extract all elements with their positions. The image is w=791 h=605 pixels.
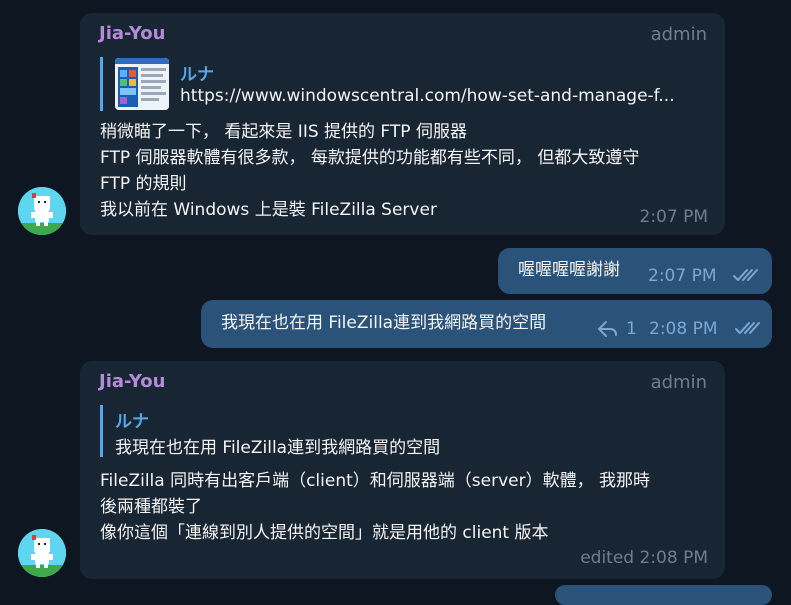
message-timestamp: 2:07 PM: [639, 207, 709, 227]
reply-quote[interactable]: ルナ 我現在也在用 FileZilla連到我網路買的空間: [100, 405, 503, 458]
message-line: FileZilla 同時有出客戶端（client）和伺服器端（server）軟體…: [100, 471, 650, 491]
message-text: 稍微瞄了一下， 看起來是 IIS 提供的 FTP 伺服器 FTP 伺服器軟體有很…: [100, 119, 639, 223]
reply-quote[interactable]: ルナ https://www.windowscentral.com/how-se…: [100, 57, 713, 111]
message-line: 後兩種都裝了: [100, 497, 202, 517]
avatar-character-icon: [18, 529, 66, 577]
avatar-character-icon: [18, 187, 66, 235]
double-check-read-icon: [732, 267, 760, 287]
message-text: FileZilla 同時有出客戶端（client）和伺服器端（server）軟體…: [100, 468, 650, 546]
admin-badge: admin: [650, 372, 707, 393]
reply-link-text[interactable]: https://www.windowscentral.com/how-set-a…: [180, 86, 710, 106]
message-timestamp: 2:08 PM: [649, 319, 718, 339]
message-line: FTP 的規則: [100, 174, 187, 194]
double-check-read-icon: [734, 320, 762, 340]
message-bubble-outgoing-partial[interactable]: [555, 585, 772, 605]
reply-count[interactable]: 1: [626, 319, 637, 339]
avatar[interactable]: [18, 187, 66, 235]
message-timestamp: 2:07 PM: [648, 266, 717, 286]
message-bubble-incoming[interactable]: Jia-You admin ルナ https://www.windowscent…: [80, 13, 725, 235]
message-line: 稍微瞄了一下， 看起來是 IIS 提供的 FTP 伺服器: [100, 122, 467, 142]
message-bubble-outgoing[interactable]: 喔喔喔喔謝謝 2:07 PM: [498, 248, 772, 294]
message-line: 像你這個「連線到別人提供的空間」就是用他的 client 版本: [100, 523, 549, 543]
reply-author: ルナ: [180, 65, 214, 85]
screenshot-thumbnail-icon: [115, 58, 169, 110]
sender-name[interactable]: Jia-You: [99, 371, 165, 392]
message-bubble-incoming[interactable]: Jia-You admin ルナ 我現在也在用 FileZilla連到我網路買的…: [80, 361, 725, 579]
admin-badge: admin: [650, 24, 707, 45]
link-preview-thumbnail: [115, 58, 169, 110]
message-line: 我以前在 Windows 上是裝 FileZilla Server: [100, 200, 437, 220]
reply-author: ルナ: [115, 412, 149, 432]
avatar[interactable]: [18, 529, 66, 577]
message-text: 我現在也在用 FileZilla連到我網路買的空間: [221, 313, 547, 333]
reply-text: 我現在也在用 FileZilla連到我網路買的空間: [115, 438, 441, 458]
reply-arrow-icon[interactable]: [597, 320, 619, 342]
message-text: 喔喔喔喔謝謝: [518, 260, 620, 280]
message-line: FTP 伺服器軟體有很多款， 每款提供的功能都有些不同， 但都大致遵守: [100, 148, 640, 168]
message-bubble-outgoing[interactable]: 我現在也在用 FileZilla連到我網路買的空間 1 2:08 PM: [201, 300, 772, 348]
sender-name[interactable]: Jia-You: [99, 23, 165, 44]
message-timestamp: edited 2:08 PM: [580, 548, 708, 568]
